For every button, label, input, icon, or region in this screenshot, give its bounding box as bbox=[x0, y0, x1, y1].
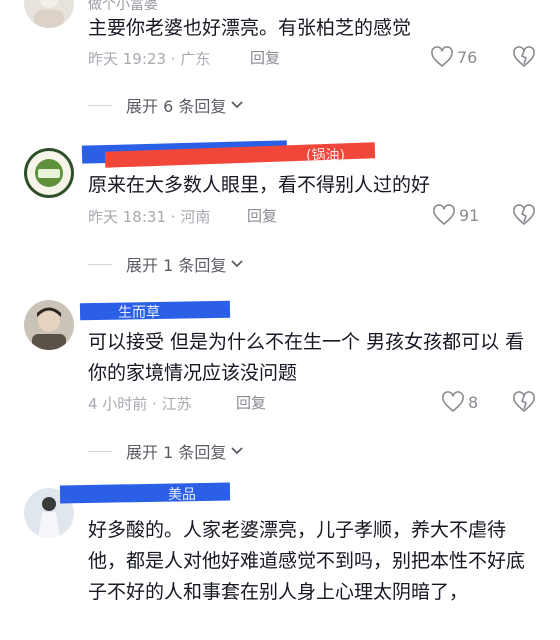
comment-text: 可以接受 但是为什么不在生一个 男孩女孩都可以 看你的家境情况应该没问题 bbox=[88, 331, 525, 384]
comment-text: 原来在大多数人眼里，看不得别人过的好 bbox=[88, 174, 431, 196]
comment-meta: 昨天 19:23 · 广东 bbox=[88, 48, 210, 69]
like-count: 91 bbox=[459, 205, 480, 225]
comment-username[interactable]: 做个小富婆 bbox=[88, 0, 158, 13]
meta-separator: · bbox=[166, 50, 181, 68]
chevron-down-icon bbox=[231, 101, 243, 109]
comment-meta: 4 小时前 · 江苏 bbox=[88, 393, 192, 414]
reply-button[interactable]: 回复 bbox=[250, 47, 280, 68]
comment-text: 主要你老婆也好漂亮。有张柏芝的感觉 bbox=[88, 17, 412, 39]
expand-replies-label: 展开 1 条回复 bbox=[126, 256, 227, 275]
heart-icon bbox=[442, 391, 464, 412]
comment-time: 4 小时前 bbox=[88, 395, 148, 413]
heart-icon bbox=[433, 204, 455, 225]
divider-line bbox=[88, 104, 112, 106]
comment-badge: (锅油) bbox=[306, 148, 345, 164]
meta-separator: · bbox=[147, 395, 162, 413]
comment-username[interactable]: 生而草 bbox=[118, 302, 160, 321]
like-button[interactable]: 91 bbox=[432, 204, 479, 226]
meta-separator: · bbox=[166, 208, 181, 226]
comment-text: 好多酸的。人家老婆漂亮，儿子孝顺，养大不虐待他，都是人对他好难道感觉不到吗，别把… bbox=[88, 519, 526, 603]
like-button[interactable]: 8 bbox=[441, 391, 478, 413]
expand-replies-label: 展开 1 条回复 bbox=[126, 443, 227, 462]
expand-replies-button[interactable]: 展开 1 条回复 bbox=[88, 252, 244, 276]
broken-heart-icon[interactable] bbox=[512, 204, 536, 226]
expand-replies-label: 展开 6 条回复 bbox=[126, 97, 227, 116]
chevron-down-icon bbox=[231, 447, 243, 455]
chevron-down-icon bbox=[231, 260, 243, 268]
avatar[interactable] bbox=[24, 148, 74, 198]
like-count: 8 bbox=[468, 392, 479, 412]
avatar[interactable] bbox=[24, 300, 74, 350]
comment-time: 昨天 19:23 bbox=[88, 50, 166, 68]
expand-replies-button[interactable]: 展开 1 条回复 bbox=[88, 439, 244, 463]
divider-line bbox=[88, 263, 112, 265]
divider-line bbox=[88, 450, 112, 452]
comment-location: 河南 bbox=[180, 208, 211, 226]
reply-button[interactable]: 回复 bbox=[236, 392, 266, 413]
comment-meta: 昨天 18:31 · 河南 bbox=[88, 206, 210, 227]
comment-username[interactable]: 美品 bbox=[168, 484, 196, 503]
expand-replies-button[interactable]: 展开 6 条回复 bbox=[88, 93, 244, 117]
broken-heart-icon[interactable] bbox=[512, 46, 536, 68]
like-count: 76 bbox=[457, 47, 478, 67]
heart-icon bbox=[431, 46, 453, 67]
comment-location: 广东 bbox=[180, 50, 211, 68]
broken-heart-icon[interactable] bbox=[512, 391, 536, 413]
avatar[interactable] bbox=[24, 0, 74, 28]
like-button[interactable]: 76 bbox=[430, 46, 477, 68]
comment-time: 昨天 18:31 bbox=[88, 208, 166, 226]
reply-button[interactable]: 回复 bbox=[247, 205, 277, 226]
comment-location: 江苏 bbox=[161, 395, 192, 413]
username-redaction bbox=[59, 482, 231, 504]
